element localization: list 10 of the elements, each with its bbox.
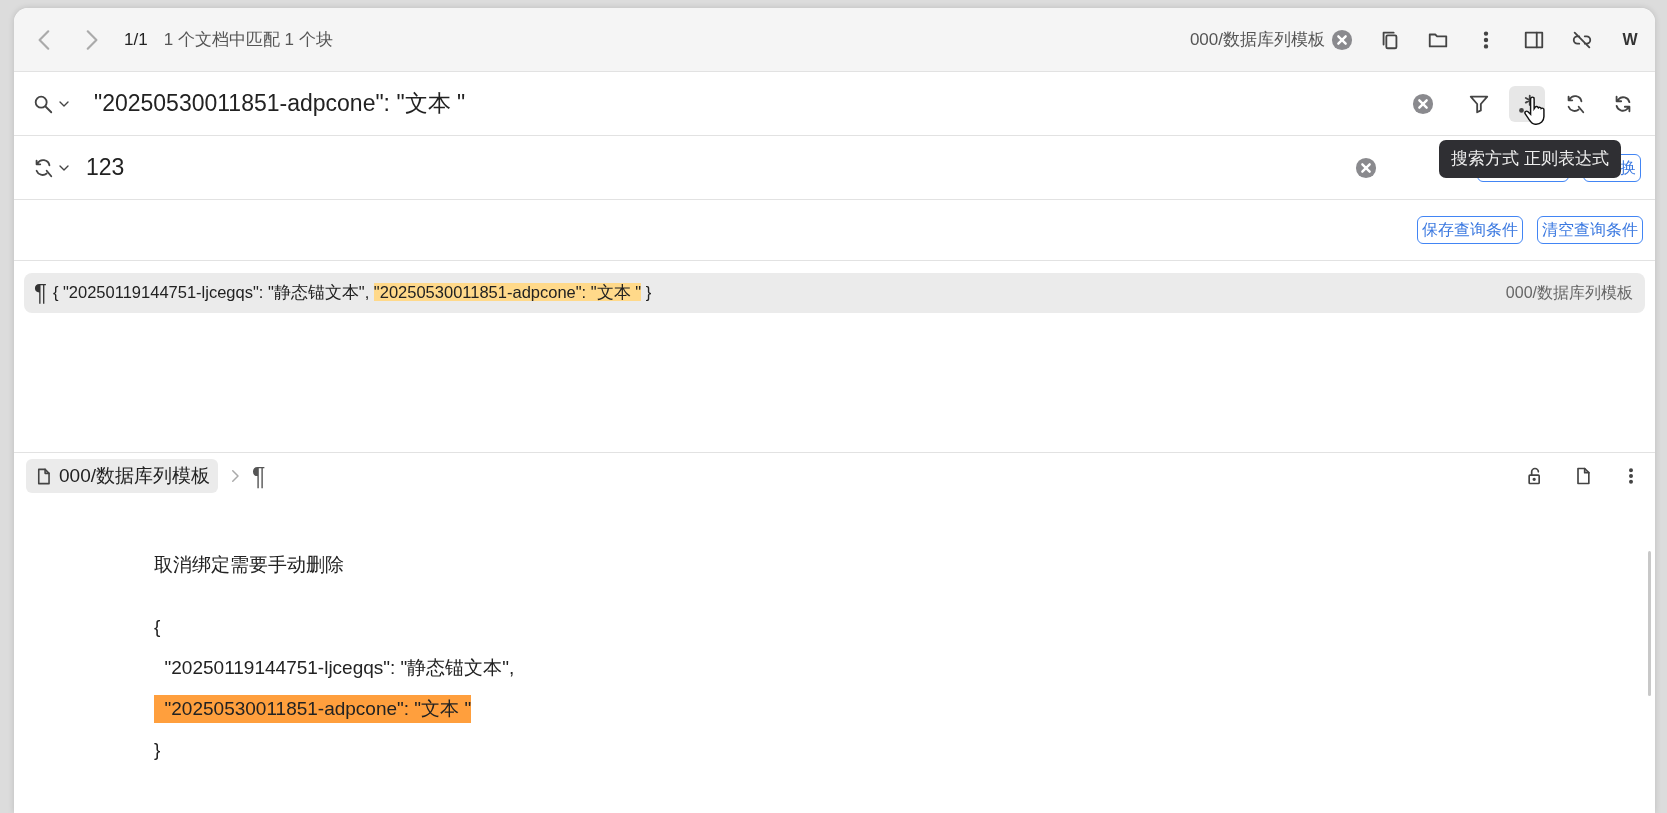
text-line: {: [154, 614, 161, 639]
paragraph-marker: ¶: [34, 279, 47, 307]
result-path: 000/数据库列模板: [1505, 282, 1633, 303]
match-summary: 1 个文档中匹配 1 个块: [163, 29, 333, 51]
text-line: "20250119144751-ljcegqs": "静态锚文本",: [163, 655, 515, 680]
result-text: { "20250119144751-ljcegqs": "静态锚文本", "20250530011851-adpcone": "文本 " }: [52, 282, 653, 303]
text-line: 取消绑定需要手动删除: [154, 553, 344, 577]
match-position: 1/1: [124, 29, 148, 50]
text-line: }: [154, 737, 161, 762]
tooltip: 搜索方式 正则表达式: [1439, 140, 1621, 178]
